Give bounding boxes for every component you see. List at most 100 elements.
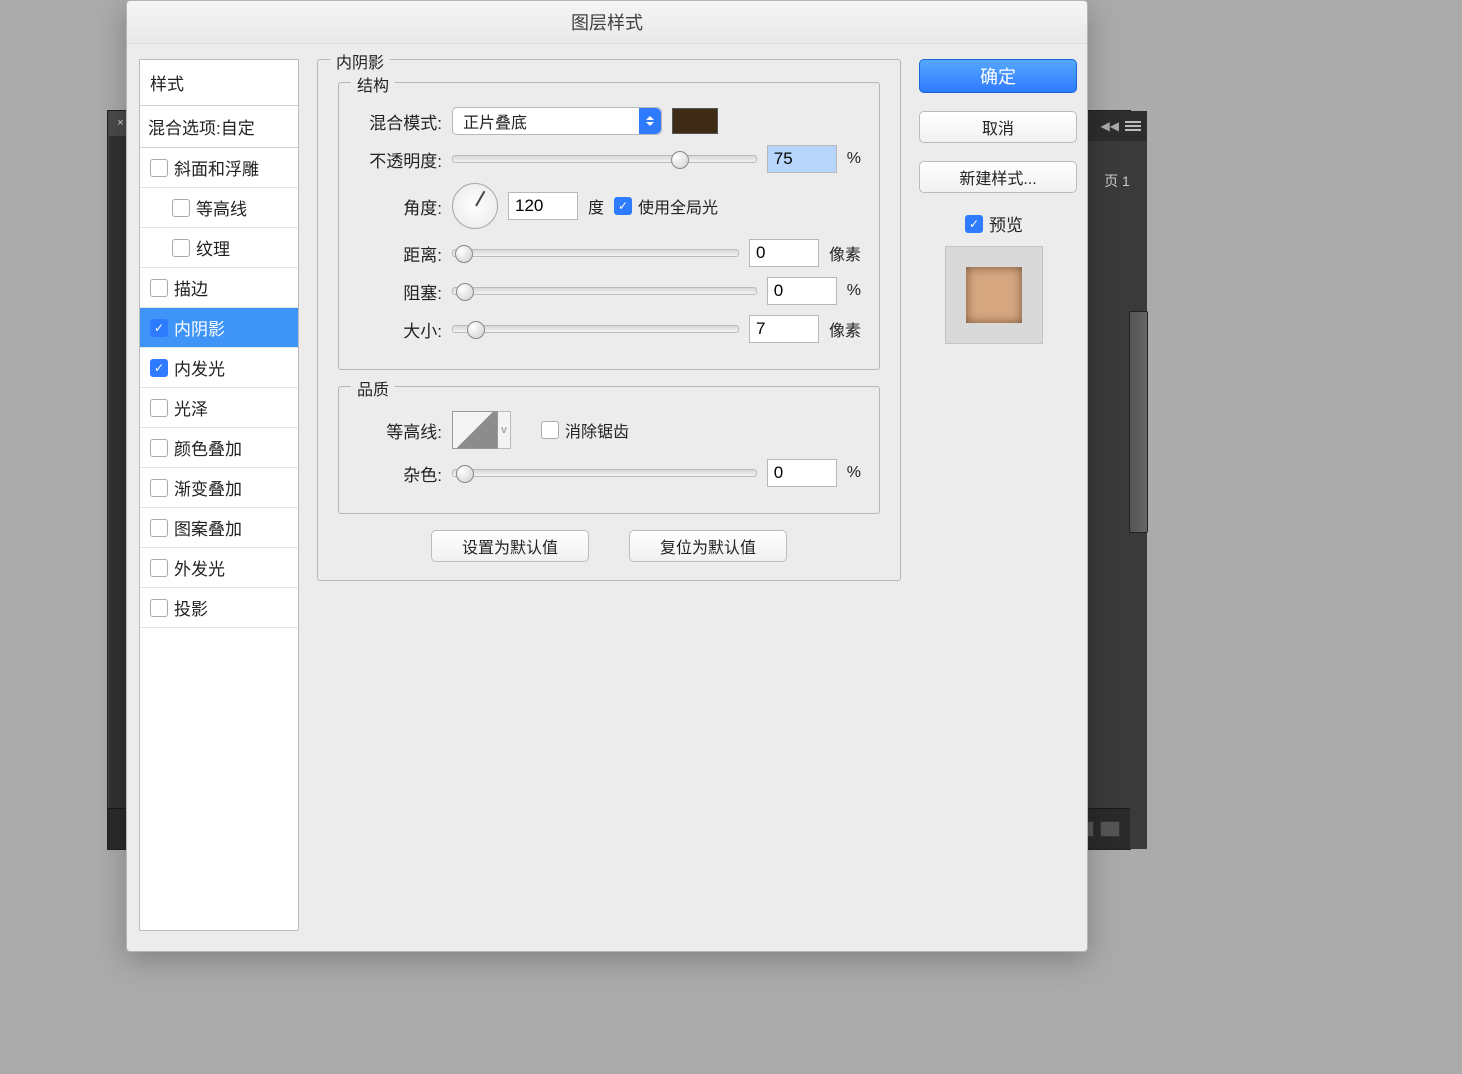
distance-slider[interactable] xyxy=(452,249,739,257)
distance-unit: 像素 xyxy=(829,241,861,265)
preview-box xyxy=(945,246,1043,344)
checkbox-icon xyxy=(172,199,190,217)
host-panel-label: 页 1 xyxy=(1087,141,1147,221)
color-swatch[interactable] xyxy=(672,108,718,134)
distance-input[interactable] xyxy=(749,239,819,267)
group-structure: 结构 混合模式: 正片叠底 不透明度: % xyxy=(338,82,880,370)
row-opacity: 不透明度: % xyxy=(357,145,861,173)
row-choke: 阻塞: % xyxy=(357,277,861,305)
preview-checkbox[interactable]: 预览 xyxy=(965,211,1023,236)
row-blend-mode: 混合模式: 正片叠底 xyxy=(357,107,861,135)
percent-unit: % xyxy=(847,282,861,300)
contour-swatch xyxy=(452,411,498,449)
chevron-down-icon: v xyxy=(498,411,511,449)
size-label: 大小: xyxy=(357,317,442,342)
global-light-checkbox[interactable]: 使用全局光 xyxy=(614,194,718,218)
blend-mode-label: 混合模式: xyxy=(357,109,442,134)
style-item-10[interactable]: 外发光 xyxy=(140,548,298,588)
chevron-left-icon[interactable]: ◀◀ xyxy=(1101,119,1119,133)
style-item-6[interactable]: 光泽 xyxy=(140,388,298,428)
checkbox-icon xyxy=(150,519,168,537)
choke-input[interactable] xyxy=(767,277,837,305)
contour-picker[interactable]: v xyxy=(452,411,511,449)
opacity-slider[interactable] xyxy=(452,155,757,163)
checkbox-icon xyxy=(150,599,168,617)
size-slider[interactable] xyxy=(452,325,739,333)
style-item-label: 外发光 xyxy=(174,555,225,580)
new-style-button[interactable]: 新建样式... xyxy=(919,161,1077,193)
settings-column: 内阴影 结构 混合模式: 正片叠底 不透明度: xyxy=(317,59,901,933)
noise-slider[interactable] xyxy=(452,469,757,477)
checkbox-icon xyxy=(150,399,168,417)
preview-group: 预览 xyxy=(919,211,1069,344)
set-default-button[interactable]: 设置为默认值 xyxy=(431,530,589,562)
style-item-11[interactable]: 投影 xyxy=(140,588,298,628)
style-item-label: 投影 xyxy=(174,595,208,620)
host-bottom-icon[interactable] xyxy=(1100,821,1120,837)
checkbox-icon xyxy=(150,479,168,497)
row-angle: 角度: 度 使用全局光 xyxy=(357,183,861,229)
blend-mode-select[interactable]: 正片叠底 xyxy=(452,107,662,135)
styles-list: 样式 混合选项:自定 斜面和浮雕等高线纹理描边内阴影内发光光泽颜色叠加渐变叠加图… xyxy=(139,59,299,931)
row-contour: 等高线: v 消除锯齿 xyxy=(357,411,861,449)
opacity-label: 不透明度: xyxy=(357,147,442,172)
styles-header[interactable]: 样式 xyxy=(140,60,298,106)
angle-input[interactable] xyxy=(508,192,578,220)
checkbox-icon xyxy=(965,215,983,233)
group-quality: 品质 等高线: v 消除锯齿 杂色: xyxy=(338,386,880,514)
style-item-label: 内发光 xyxy=(174,355,225,380)
style-item-label: 光泽 xyxy=(174,395,208,420)
style-item-0[interactable]: 斜面和浮雕 xyxy=(140,148,298,188)
angle-dial[interactable] xyxy=(452,183,498,229)
size-unit: 像素 xyxy=(829,317,861,341)
style-item-9[interactable]: 图案叠加 xyxy=(140,508,298,548)
blend-options-row[interactable]: 混合选项:自定 xyxy=(140,106,298,148)
ok-button[interactable]: 确定 xyxy=(919,59,1077,93)
right-column: 确定 取消 新建样式... 预览 xyxy=(919,59,1069,933)
host-panel-tabs: ◀◀ xyxy=(1087,111,1147,141)
size-input[interactable] xyxy=(749,315,819,343)
chevron-updown-icon xyxy=(639,108,661,134)
style-item-8[interactable]: 渐变叠加 xyxy=(140,468,298,508)
checkbox-icon xyxy=(150,279,168,297)
section-inner-shadow: 内阴影 结构 混合模式: 正片叠底 不透明度: xyxy=(317,59,901,581)
opacity-input[interactable] xyxy=(767,145,837,173)
checkbox-icon xyxy=(150,559,168,577)
choke-label: 阻塞: xyxy=(357,279,442,304)
checkbox-icon xyxy=(150,359,168,377)
checkbox-icon xyxy=(150,159,168,177)
style-item-7[interactable]: 颜色叠加 xyxy=(140,428,298,468)
checkbox-icon xyxy=(541,421,559,439)
noise-input[interactable] xyxy=(767,459,837,487)
checkbox-icon xyxy=(150,439,168,457)
style-item-4[interactable]: 内阴影 xyxy=(140,308,298,348)
host-scrollbar[interactable] xyxy=(1129,311,1148,533)
style-item-label: 纹理 xyxy=(196,235,230,260)
style-item-3[interactable]: 描边 xyxy=(140,268,298,308)
reset-default-button[interactable]: 复位为默认值 xyxy=(629,530,787,562)
dialog-title: 图层样式 xyxy=(127,1,1087,44)
layer-style-dialog: 图层样式 样式 混合选项:自定 斜面和浮雕等高线纹理描边内阴影内发光光泽颜色叠加… xyxy=(126,0,1088,952)
group-structure-title: 结构 xyxy=(351,72,395,96)
style-item-2[interactable]: 纹理 xyxy=(140,228,298,268)
host-right-panel: ◀◀ 页 1 xyxy=(1086,111,1147,849)
style-item-label: 描边 xyxy=(174,275,208,300)
noise-label: 杂色: xyxy=(357,461,442,486)
contour-label: 等高线: xyxy=(357,418,442,443)
angle-unit: 度 xyxy=(588,194,604,218)
row-size: 大小: 像素 xyxy=(357,315,861,343)
preview-swatch xyxy=(966,267,1022,323)
panel-menu-icon[interactable] xyxy=(1125,118,1141,134)
percent-unit: % xyxy=(847,150,861,168)
distance-label: 距离: xyxy=(357,241,442,266)
style-item-label: 斜面和浮雕 xyxy=(174,155,259,180)
style-item-5[interactable]: 内发光 xyxy=(140,348,298,388)
cancel-button[interactable]: 取消 xyxy=(919,111,1077,143)
antialias-checkbox[interactable]: 消除锯齿 xyxy=(541,418,629,442)
checkbox-icon xyxy=(150,319,168,337)
style-item-1[interactable]: 等高线 xyxy=(140,188,298,228)
style-item-label: 内阴影 xyxy=(174,315,225,340)
choke-slider[interactable] xyxy=(452,287,757,295)
defaults-buttons: 设置为默认值 复位为默认值 xyxy=(338,530,880,562)
style-item-label: 渐变叠加 xyxy=(174,475,242,500)
